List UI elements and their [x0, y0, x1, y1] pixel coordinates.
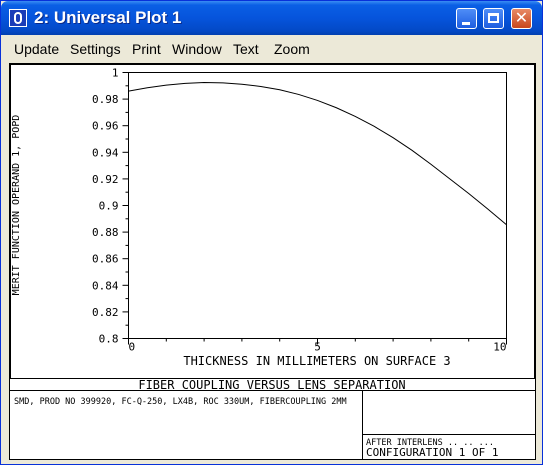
axis-ticks [122, 72, 507, 345]
menu-print[interactable]: Print [132, 41, 161, 57]
y-tick-label: 0.8 [99, 333, 119, 346]
close-button[interactable]: ✕ [511, 8, 532, 29]
y-tick-labels: 1 0.98 0.96 0.94 0.92 0.9 0.88 0.86 0.84 0.82 0.8 [92, 67, 119, 346]
minimize-button[interactable] [456, 8, 477, 29]
y-axis-label: MERIT FUNCTION OPERAND 1, POPD [11, 115, 22, 296]
footer-title: FIBER COUPLING VERSUS LENS SEPARATION [138, 378, 405, 392]
y-tick-label: 0.86 [92, 253, 119, 266]
footer-description: SMD, PROD NO 399920, FC-Q-250, LX4B, ROC… [14, 397, 347, 407]
y-tick-label: 0.96 [92, 120, 119, 133]
menu-update[interactable]: Update [14, 41, 59, 57]
y-tick-label: 0.82 [92, 306, 119, 319]
minimize-icon [462, 22, 470, 25]
y-tick-label: 0.84 [92, 279, 119, 292]
graph-frame [10, 64, 535, 379]
universal-plot-window: 2: Universal Plot 1 ✕ Update Settings Pr… [0, 0, 543, 465]
footer-configuration: CONFIGURATION 1 OF 1 [366, 446, 498, 459]
x-tick-label: 10 [493, 341, 506, 354]
menu-text[interactable]: Text [233, 41, 259, 57]
plot-area [128, 72, 507, 339]
y-tick-label: 0.88 [92, 226, 119, 239]
menu-window[interactable]: Window [172, 41, 222, 57]
title-bar[interactable]: 2: Universal Plot 1 ✕ [1, 1, 542, 35]
close-icon: ✕ [514, 8, 529, 27]
y-tick-label: 1 [112, 67, 119, 80]
maximize-icon [488, 13, 499, 23]
y-tick-label: 0.94 [92, 146, 119, 159]
menu-zoom[interactable]: Zoom [274, 41, 310, 57]
plot-canvas: 10.980.960.940.920.90.880.860.840.820.8 … [10, 64, 535, 459]
maximize-button[interactable] [483, 8, 504, 29]
plot-client-area: 1 0.98 0.96 0.94 0.92 0.9 0.88 0.86 0.84 0.82 0.8 … [9, 63, 536, 460]
app-icon[interactable] [9, 9, 27, 27]
x-axis-label: THICKNESS IN MILLIMETERS ON SURFACE 3 [183, 354, 450, 368]
menu-bar: Update Settings Print Window Text Zoom [1, 35, 542, 62]
window-title: 2: Universal Plot 1 [34, 8, 182, 27]
y-tick-label: 0.92 [92, 173, 119, 186]
y-tick-label: 0.9 [99, 200, 119, 213]
x-tick-labels: 0 5 10 [129, 341, 507, 354]
x-tick-label: 5 [314, 341, 321, 354]
menu-settings[interactable]: Settings [70, 41, 121, 57]
x-tick-label: 0 [129, 341, 136, 354]
y-tick-label: 0.98 [92, 93, 119, 106]
series-line [128, 81, 507, 226]
